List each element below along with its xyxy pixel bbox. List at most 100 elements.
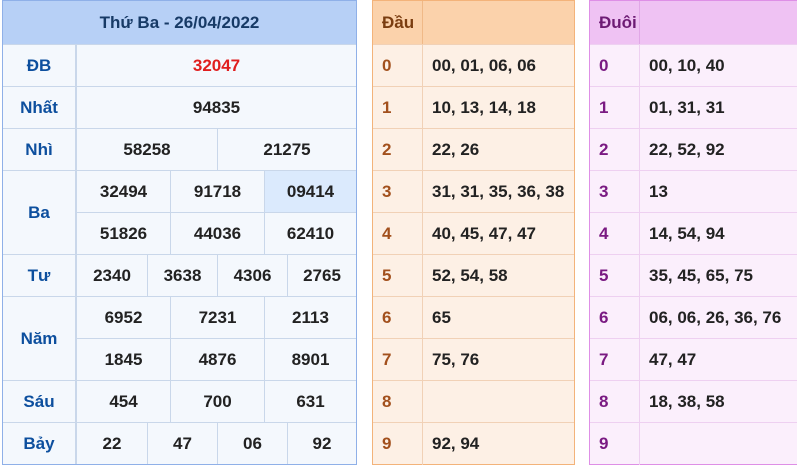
dau-digit: 0 [373, 45, 423, 87]
duoi-row: 2 22, 52, 92 [590, 128, 797, 171]
dau-numbers [423, 381, 574, 423]
dau-digit: 7 [373, 339, 423, 381]
prize-sau-value: 631 [264, 380, 356, 422]
duoi-digit: 5 [590, 255, 640, 297]
duoi-numbers [640, 423, 797, 465]
duoi-digit: 2 [590, 129, 640, 171]
dau-digit: 1 [373, 87, 423, 129]
duoi-row: 0 00, 10, 40 [590, 44, 797, 87]
prize-nhi-value: 58258 [76, 128, 217, 170]
duoi-header: Đuôi [590, 1, 797, 44]
prize-ba-value: 62410 [264, 212, 356, 254]
prize-nam-value: 1845 [76, 338, 170, 380]
dau-digit: 9 [373, 423, 423, 465]
duoi-row: 5 35, 45, 65, 75 [590, 254, 797, 297]
duoi-row: 7 47, 47 [590, 338, 797, 381]
prize-nhat-value: 94835 [76, 86, 356, 128]
dau-digit: 2 [373, 129, 423, 171]
dau-numbers: 40, 45, 47, 47 [432, 224, 536, 243]
dau-digit: 4 [373, 213, 423, 255]
dau-numbers: 92, 94 [432, 434, 480, 453]
prize-bay-value: 22 [76, 422, 147, 464]
dau-numbers: 75, 76 [432, 350, 480, 369]
duoi-row: 1 01, 31, 31 [590, 86, 797, 129]
dau-row: 6 65 [373, 296, 574, 339]
dau-row: 4 40, 45, 47, 47 [373, 212, 574, 255]
prize-ba-value: 09414 [264, 170, 356, 212]
prize-ba-value: 51826 [76, 212, 170, 254]
prize-ba-value: 32494 [76, 170, 170, 212]
dau-numbers: 00, 01, 06, 06 [432, 56, 536, 75]
dau-row: 3 31, 31, 35, 36, 38 [373, 170, 574, 213]
dau-row: 1 10, 13, 14, 18 [373, 86, 574, 129]
duoi-numbers: 00, 10, 40 [649, 56, 725, 75]
prize-ba-value: 91718 [170, 170, 264, 212]
label-sau: Sáu [3, 380, 76, 422]
results-title: Thứ Ba - 26/04/2022 [3, 1, 356, 44]
duoi-numbers: 18, 38, 58 [649, 392, 725, 411]
prize-nam-value: 6952 [76, 296, 170, 338]
dau-row: 9 92, 94 [373, 422, 574, 465]
prize-ba-value: 44036 [170, 212, 264, 254]
prize-nhi-value: 21275 [217, 128, 356, 170]
duoi-numbers: 06, 06, 26, 36, 76 [649, 308, 782, 327]
prize-nam-value: 4876 [170, 338, 264, 380]
duoi-numbers: 35, 45, 65, 75 [649, 266, 753, 285]
duoi-numbers: 14, 54, 94 [649, 224, 725, 243]
duoi-digit: 7 [590, 339, 640, 381]
prize-sau-value: 454 [76, 380, 170, 422]
label-tu: Tư [3, 254, 76, 296]
dau-row: 0 00, 01, 06, 06 [373, 44, 574, 87]
dau-row: 7 75, 76 [373, 338, 574, 381]
duoi-digit: 9 [590, 423, 640, 465]
duoi-digit: 8 [590, 381, 640, 423]
dau-header: Đầu [373, 1, 574, 44]
dau-numbers: 31, 31, 35, 36, 38 [432, 182, 565, 201]
dau-numbers: 65 [432, 308, 451, 327]
dau-digit: 6 [373, 297, 423, 339]
prize-bay-value: 06 [217, 422, 287, 464]
label-db: ĐB [3, 44, 76, 86]
duoi-row: 4 14, 54, 94 [590, 212, 797, 255]
prize-tu-value: 3638 [147, 254, 217, 296]
label-bay: Bảy [3, 422, 76, 464]
prize-tu-value: 2765 [287, 254, 356, 296]
duoi-numbers: 22, 52, 92 [649, 140, 725, 159]
duoi-numbers: 47, 47 [649, 350, 697, 369]
label-nhi: Nhì [3, 128, 76, 170]
prize-sau-value: 700 [170, 380, 264, 422]
prize-bay-value: 92 [287, 422, 356, 464]
prize-tu-value: 4306 [217, 254, 287, 296]
label-ba: Ba [3, 170, 76, 254]
prize-tu-value: 2340 [76, 254, 147, 296]
dau-row: 5 52, 54, 58 [373, 254, 574, 297]
duoi-digit: 3 [590, 171, 640, 213]
prize-bay-value: 47 [147, 422, 217, 464]
dau-row: 2 22, 26 [373, 128, 574, 171]
dau-header-label: Đầu [373, 1, 423, 44]
duoi-digit: 1 [590, 87, 640, 129]
dau-numbers: 52, 54, 58 [432, 266, 508, 285]
label-nhat: Nhất [3, 86, 76, 128]
duoi-digit: 4 [590, 213, 640, 255]
dau-numbers: 22, 26 [432, 140, 480, 159]
label-nam: Năm [3, 296, 76, 380]
duoi-row: 8 18, 38, 58 [590, 380, 797, 423]
prize-nam-value: 8901 [264, 338, 356, 380]
dau-table: Đầu 0 00, 01, 06, 06 1 10, 13, 14, 18 2 22, 2… [372, 0, 575, 465]
duoi-digit: 6 [590, 297, 640, 339]
duoi-numbers: 13 [649, 182, 668, 201]
results-table: Thứ Ba - 26/04/2022 ĐB 32047 Nhất 94835 … [2, 0, 357, 465]
duoi-row: 3 13 [590, 170, 797, 213]
duoi-row: 6 06, 06, 26, 36, 76 [590, 296, 797, 339]
duoi-header-label: Đuôi [590, 1, 640, 44]
dau-numbers: 10, 13, 14, 18 [432, 98, 536, 117]
prize-nam-value: 2113 [264, 296, 356, 338]
dau-digit: 5 [373, 255, 423, 297]
dau-row: 8 [373, 380, 574, 423]
duoi-table: Đuôi 0 00, 10, 40 1 01, 31, 31 2 22, 52, 92 3 1… [589, 0, 797, 465]
dau-digit: 8 [373, 381, 423, 423]
duoi-digit: 0 [590, 45, 640, 87]
prize-db-value: 32047 [76, 44, 356, 86]
dau-digit: 3 [373, 171, 423, 213]
